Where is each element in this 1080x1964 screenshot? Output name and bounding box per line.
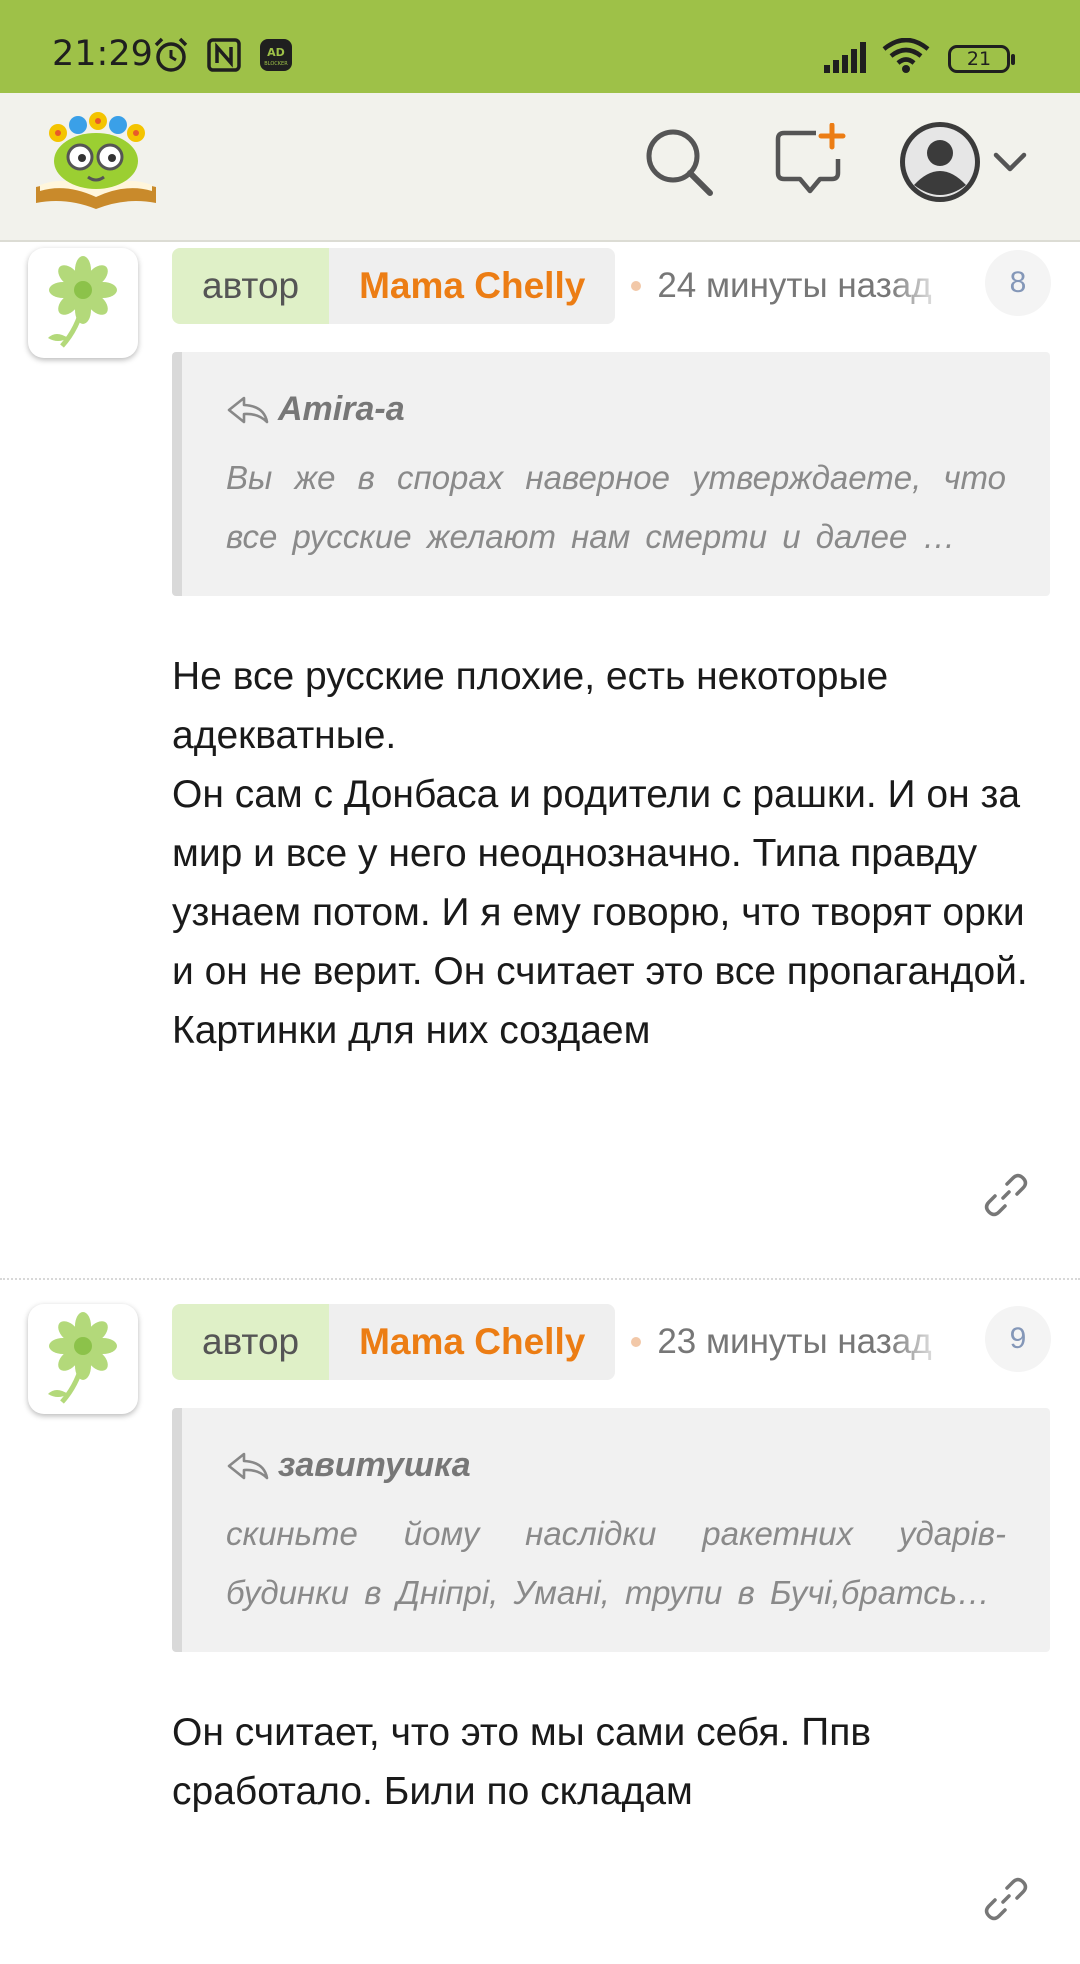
quote-block[interactable]: завитушка скиньте йому наслідки ракетних… — [172, 1408, 1050, 1652]
chevron-down-icon[interactable] — [993, 151, 1027, 173]
author-name[interactable]: Mama Chelly — [329, 248, 616, 324]
alarm-icon — [154, 37, 188, 72]
wifi-icon — [882, 38, 930, 73]
ad-blocker-icon: AD BLOCKER — [260, 39, 292, 71]
comment-time: 24 минуты назад — [657, 266, 932, 305]
svg-text:AD: AD — [267, 46, 285, 59]
comment-body: Он считает, что это мы сами себя. Ппв ср… — [172, 1711, 872, 1813]
author-badge: автор — [172, 1304, 330, 1380]
status-bar: 21:29 AD BLOCKER 21 — [0, 0, 1080, 93]
quote-text: Вы же в спорах наверное утверждаете, что… — [226, 459, 1006, 555]
comment-meta: автор Mama Chelly 24 минуты назад — [172, 248, 947, 324]
comment-meta: автор Mama Chelly 23 минуты назад — [172, 1304, 947, 1380]
author-name[interactable]: Mama Chelly — [329, 1304, 616, 1380]
link-icon[interactable] — [983, 1172, 1029, 1218]
search-icon[interactable] — [642, 125, 716, 199]
quote-author: завитушка — [278, 1446, 471, 1484]
status-time: 21:29 — [52, 34, 153, 74]
battery-icon: 21 — [948, 45, 1015, 73]
new-topic-icon[interactable] — [774, 123, 850, 201]
link-icon[interactable] — [983, 1876, 1029, 1922]
separator-dot — [631, 1337, 642, 1347]
signal-icon — [824, 42, 866, 73]
quote-header: завитушка — [226, 1446, 471, 1485]
flower-avatar-icon — [48, 1312, 117, 1404]
quote-text: скиньте йому наслідки ракетних ударів- б… — [226, 1515, 1006, 1611]
profile-avatar-icon[interactable] — [899, 121, 981, 203]
comment-body: Не все русские плохие, есть некоторые ад… — [172, 655, 1028, 1052]
reply-arrow-icon — [227, 396, 269, 423]
author-badge: автор — [172, 248, 330, 324]
comment-time: 23 минуты назад — [657, 1322, 932, 1361]
nfc-icon — [207, 38, 241, 72]
avatar[interactable] — [28, 1304, 138, 1414]
quote-author: Amira-a — [278, 390, 405, 428]
logo-icon[interactable] — [32, 111, 162, 211]
comment: автор Mama Chelly 23 минуты назад 9 зави… — [0, 1298, 1080, 1964]
comment: автор Mama Chelly 24 минуты назад 8 Amir… — [0, 242, 1080, 1272]
post-number[interactable]: 9 — [985, 1306, 1051, 1372]
comment-divider — [0, 1278, 1080, 1280]
flower-avatar-icon — [48, 256, 117, 348]
app-header — [0, 93, 1080, 242]
quote-block[interactable]: Amira-a Вы же в спорах наверное утвержда… — [172, 352, 1050, 596]
reply-arrow-icon — [227, 1452, 269, 1479]
quote-header: Amira-a — [226, 390, 405, 429]
post-number[interactable]: 8 — [985, 250, 1051, 316]
avatar[interactable] — [28, 248, 138, 358]
separator-dot — [631, 281, 642, 291]
svg-text:BLOCKER: BLOCKER — [264, 61, 288, 67]
